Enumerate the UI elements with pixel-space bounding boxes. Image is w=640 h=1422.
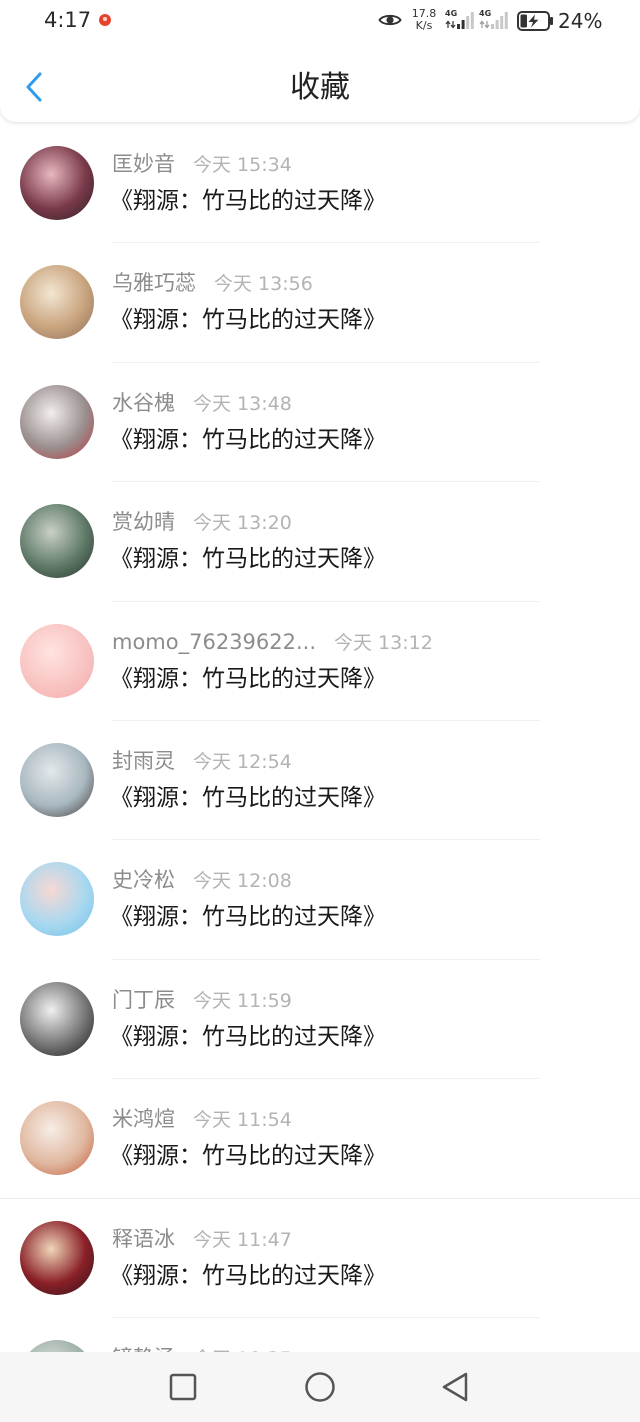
user-name: 米鸿煊 <box>112 1107 175 1132</box>
item-meta: momo_76239622... 今天 13:12 <box>112 630 433 654</box>
favorite-title: 《翔源：竹马比的过天降》 <box>110 188 386 214</box>
avatar[interactable] <box>20 146 94 220</box>
item-meta: 赏幼晴 今天 13:20 <box>112 510 292 534</box>
item-meta: 米鸿煊 今天 11:54 <box>112 1107 292 1131</box>
avatar[interactable] <box>20 862 94 937</box>
user-name: 水谷槐 <box>112 390 175 415</box>
signal-2-label: 4G <box>479 9 492 18</box>
item-meta: 史冷松 今天 12:08 <box>112 868 292 892</box>
timestamp: 今天 11:59 <box>193 989 292 1012</box>
favorites-screen: 4:17 17.8 K/s 4G 4G 24% 收藏 匡妙音 今天 15:34 … <box>0 0 640 1422</box>
timestamp: 今天 11:54 <box>193 1109 292 1132</box>
timestamp: 今天 13:56 <box>214 273 313 296</box>
favorite-item[interactable]: 释语冰 今天 11:47 《翔源：竹马比的过天降》 <box>0 1199 640 1318</box>
square-icon <box>169 1373 197 1401</box>
item-meta: 门丁辰 今天 11:59 <box>112 988 292 1012</box>
home-button[interactable] <box>300 1367 340 1407</box>
favorites-list: 匡妙音 今天 15:34 《翔源：竹马比的过天降》 乌雅巧蕊 今天 13:56 《翔… <box>0 124 640 1352</box>
system-nav-bar <box>0 1352 640 1422</box>
favorite-title: 《翔源：竹马比的过天降》 <box>110 1023 386 1050</box>
favorite-item[interactable]: 乌雅巧蕊 今天 13:56 《翔源：竹马比的过天降》 <box>0 243 640 363</box>
favorite-item[interactable]: 米鸿煊 今天 11:54 《翔源：竹马比的过天降》 <box>0 1079 640 1199</box>
timestamp: 今天 11:47 <box>193 1228 292 1251</box>
avatar[interactable] <box>20 265 94 340</box>
item-meta: 匡妙音 今天 15:34 <box>112 152 292 176</box>
favorite-item[interactable]: 封雨灵 今天 12:54 《翔源：竹马比的过天降》 <box>0 721 640 841</box>
favorite-title: 《翔源：竹马比的过天降》 <box>110 426 386 453</box>
favorite-item[interactable]: 匡妙音 今天 15:34 《翔源：竹马比的过天降》 <box>0 124 640 244</box>
net-speed-unit: K/s <box>415 19 433 32</box>
clock: 4:17 <box>44 8 92 32</box>
signal-bars <box>491 12 508 29</box>
user-name: 乌雅巧蕊 <box>112 271 196 296</box>
favorite-item[interactable]: 史冷松 今天 12:08 《翔源：竹马比的过天降》 <box>0 840 640 960</box>
timestamp: 今天 15:34 <box>193 154 292 176</box>
favorite-item[interactable]: momo_76239622... 今天 13:12 《翔源：竹马比的过天降》 <box>0 602 640 721</box>
item-meta: 封雨灵 今天 12:54 <box>112 749 292 773</box>
circle-icon <box>305 1372 335 1402</box>
eye-icon <box>378 14 402 26</box>
battery-icon <box>517 11 553 31</box>
favorite-title: 《翔源：竹马比的过天降》 <box>110 1262 386 1289</box>
favorite-item[interactable]: 水谷槐 今天 13:48 《翔源：竹马比的过天降》 <box>0 363 640 483</box>
charging-bolt-icon <box>528 14 539 28</box>
signal-bars <box>457 12 474 29</box>
avatar[interactable] <box>20 742 94 817</box>
recent-apps-button[interactable] <box>163 1367 203 1407</box>
favorite-title: 《翔源：竹马比的过天降》 <box>110 546 386 573</box>
signal-2-icon: 4G <box>478 9 510 31</box>
favorite-title: 《翔源：竹马比的过天降》 <box>110 1143 386 1170</box>
avatar[interactable] <box>20 1220 94 1295</box>
system-back-button[interactable] <box>435 1367 475 1407</box>
item-meta: 水谷槐 今天 13:48 <box>112 391 292 415</box>
battery-fill <box>520 14 527 28</box>
triangle-back-icon <box>442 1372 468 1402</box>
favorite-item[interactable]: 门丁辰 今天 11:59 《翔源：竹马比的过天降》 <box>0 960 640 1080</box>
signal-1-label: 4G <box>445 9 458 18</box>
user-name: 释语冰 <box>112 1226 175 1251</box>
favorite-title: 《翔源：竹马比的过天降》 <box>110 307 386 334</box>
header: 4:17 17.8 K/s 4G 4G 24% 收藏 <box>0 0 640 122</box>
page-title: 收藏 <box>290 70 350 105</box>
avatar[interactable] <box>20 1339 94 1352</box>
net-speed: 17.8 K/s <box>410 8 438 32</box>
data-arrows-icon <box>445 20 456 29</box>
user-name: 封雨灵 <box>112 748 175 773</box>
battery-percent: 24% <box>558 9 603 33</box>
favorite-title: 《翔源：竹马比的过天降》 <box>110 904 386 931</box>
signal-1-icon: 4G <box>444 9 476 31</box>
app-notification-icon <box>99 14 111 26</box>
timestamp: 今天 12:54 <box>193 750 292 773</box>
avatar[interactable] <box>20 1101 94 1176</box>
user-name: 史冷松 <box>112 868 175 893</box>
user-name: 赏幼晴 <box>112 510 175 535</box>
timestamp: 今天 13:20 <box>193 512 292 535</box>
timestamp: 今天 13:48 <box>193 392 292 415</box>
avatar[interactable] <box>20 384 94 459</box>
timestamp: 今天 12:08 <box>193 870 292 893</box>
timestamp: 今天 13:12 <box>334 631 433 654</box>
favorite-title: 《翔源：竹马比的过天降》 <box>110 784 386 811</box>
user-name: momo_76239622... <box>112 629 317 654</box>
avatar[interactable] <box>20 623 94 698</box>
user-name: 匡妙音 <box>112 152 175 176</box>
avatar[interactable] <box>20 504 94 579</box>
item-meta: 乌雅巧蕊 今天 13:56 <box>112 271 313 295</box>
favorite-title: 《翔源：竹马比的过天降》 <box>110 665 386 692</box>
user-name: 门丁辰 <box>112 987 175 1012</box>
favorite-item[interactable]: 赏幼晴 今天 13:20 《翔源：竹马比的过天降》 <box>0 482 640 602</box>
item-meta: 释语冰 今天 11:47 <box>112 1227 292 1251</box>
status-bar: 4:17 17.8 K/s 4G 4G 24% <box>0 0 640 42</box>
favorite-item[interactable]: 镜静涵今天 10:35 <box>0 1318 640 1352</box>
data-arrows-icon <box>479 20 490 29</box>
avatar[interactable] <box>20 981 94 1056</box>
